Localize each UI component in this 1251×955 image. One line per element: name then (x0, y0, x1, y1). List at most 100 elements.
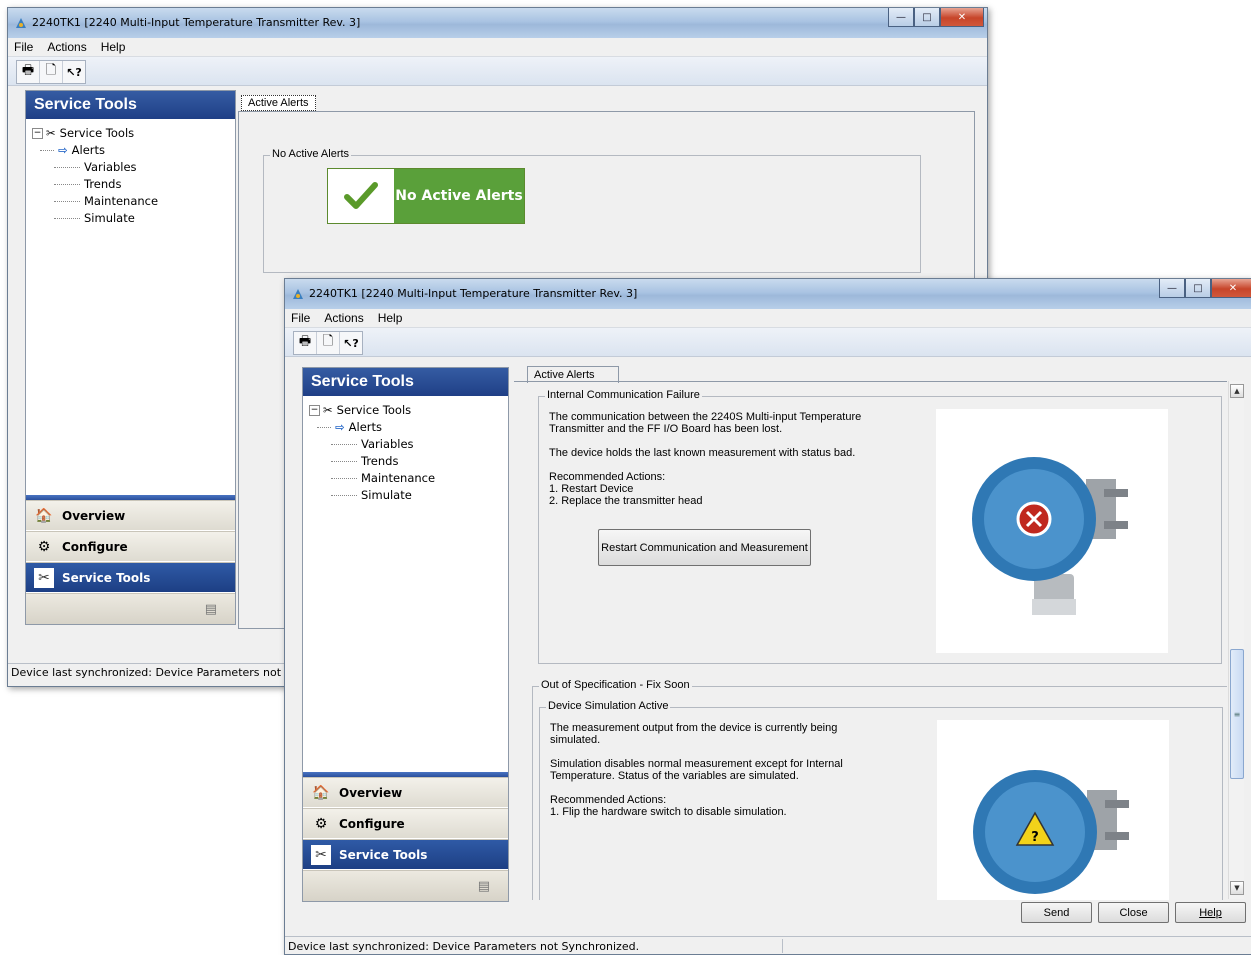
toolbar: 🖶 🗋 ↖? (8, 57, 987, 86)
back-title-bar[interactable]: 2240TK1 [2240 Multi-Input Temperature Tr… (8, 8, 987, 38)
menu-help[interactable]: Help (99, 40, 128, 54)
window-title: 2240TK1 [2240 Multi-Input Temperature Tr… (32, 16, 361, 29)
arrow-icon: ⇨ (335, 420, 345, 434)
home-icon: 🏠 (35, 507, 53, 524)
app-icon (16, 18, 26, 28)
alert-description: The communication between the 2240S Mult… (549, 411, 862, 507)
front-title-bar[interactable]: 2240TK1 [2240 Multi-Input Temperature Tr… (285, 279, 1251, 309)
minimize-button[interactable]: — (1159, 279, 1185, 298)
toolbar-group: 🖶 🗋 ↖? (293, 331, 363, 355)
no-active-alerts-badge: No Active Alerts (327, 168, 525, 224)
tree-item-simulate[interactable]: Simulate (309, 487, 435, 504)
tree-root[interactable]: − ✂ Service Tools (309, 402, 435, 419)
menu-bar: File Actions Help (285, 309, 1251, 328)
nav-configure[interactable]: ⚙ Configure (303, 808, 508, 838)
tree-root[interactable]: − ✂ Service Tools (32, 125, 158, 142)
menu-file[interactable]: File (12, 40, 35, 54)
left-pane: Service Tools − ✂ Service Tools ⇨ Alerts … (25, 90, 236, 625)
tree-root-label: Service Tools (336, 403, 412, 417)
tree-item-maintenance[interactable]: Maintenance (309, 470, 435, 487)
transmitter-warning-image: ? (937, 720, 1169, 900)
nav-service-tools[interactable]: ✂ Service Tools (26, 562, 235, 592)
nav-configure[interactable]: ⚙ Configure (26, 531, 235, 561)
section-label: Out of Specification - Fix Soon (539, 679, 692, 691)
arrow-icon: ⇨ (58, 143, 68, 157)
nav-overview[interactable]: 🏠 Overview (26, 500, 235, 530)
transmitter-error-image (936, 409, 1168, 653)
menu-actions[interactable]: Actions (322, 311, 365, 325)
close-button[interactable]: Close (1098, 902, 1169, 923)
context-help-icon[interactable]: ↖? (63, 61, 85, 83)
tree-item-variables[interactable]: Variables (32, 159, 158, 176)
transmitter-error-icon (972, 457, 1128, 615)
pane-header: Service Tools (303, 368, 508, 396)
menu-help[interactable]: Help (376, 311, 405, 325)
group-label: Internal Communication Failure (545, 389, 702, 401)
nav-service-tools[interactable]: ✂ Service Tools (303, 839, 508, 869)
tree-root-label: Service Tools (59, 126, 135, 140)
gear-icon: ⚙ (37, 538, 51, 555)
print-preview-icon[interactable]: 🗋 (317, 332, 340, 354)
configure-buttons-icon[interactable]: ▤ (205, 602, 217, 617)
nav-footer: ▤ (26, 593, 235, 624)
configure-buttons-icon[interactable]: ▤ (478, 879, 490, 894)
caption-buttons: — □ ✕ (1159, 279, 1251, 299)
svg-text:?: ? (1031, 830, 1039, 845)
alert-description: The measurement output from the device i… (550, 722, 843, 818)
tree-item-alerts[interactable]: ⇨ Alerts (32, 142, 158, 159)
badge-text: No Active Alerts (394, 169, 524, 223)
tools-icon: ✂ (46, 126, 56, 140)
group-label: No Active Alerts (270, 148, 352, 160)
front-window: 2240TK1 [2240 Multi-Input Temperature Tr… (284, 278, 1251, 955)
tools-icon: ✂ (34, 567, 54, 588)
menu-actions[interactable]: Actions (45, 40, 88, 54)
help-button[interactable]: Help (1175, 902, 1246, 923)
out-of-spec-section: Out of Specification - Fix Soon Device S… (532, 679, 1227, 900)
minimize-button[interactable]: — (888, 8, 914, 27)
print-preview-icon[interactable]: 🗋 (40, 61, 63, 83)
window-title: 2240TK1 [2240 Multi-Input Temperature Tr… (309, 287, 638, 300)
transmitter-warning-icon: ? (973, 770, 1129, 894)
scroll-up-arrow[interactable]: ▲ (1230, 384, 1244, 398)
maximize-button[interactable]: □ (914, 8, 940, 27)
caption-buttons: — □ ✕ (888, 8, 984, 28)
nav-overview[interactable]: 🏠 Overview (303, 777, 508, 807)
status-separator (782, 939, 783, 953)
close-window-button[interactable]: ✕ (940, 8, 984, 27)
service-tree: − ✂ Service Tools ⇨ Alerts Variables Tren… (309, 402, 435, 504)
group-label: Device Simulation Active (546, 700, 671, 712)
tree-item-trends[interactable]: Trends (309, 453, 435, 470)
tree-item-simulate[interactable]: Simulate (32, 210, 158, 227)
print-icon[interactable]: 🖶 (294, 332, 317, 354)
pane-header: Service Tools (26, 91, 235, 119)
left-pane: Service Tools − ✂ Service Tools ⇨ Alerts … (302, 367, 509, 902)
toolbar: 🖶 🗋 ↖? (285, 328, 1251, 357)
close-window-button[interactable]: ✕ (1211, 279, 1251, 298)
service-tree: − ✂ Service Tools ⇨ Alerts Variables Tren… (32, 125, 158, 227)
vertical-scrollbar[interactable]: ▲ ≡ ▼ (1228, 381, 1244, 899)
collapse-icon[interactable]: − (32, 128, 43, 139)
maximize-button[interactable]: □ (1185, 279, 1211, 298)
tools-icon: ✂ (323, 403, 333, 417)
scroll-down-arrow[interactable]: ▼ (1230, 881, 1244, 895)
tree-item-alerts[interactable]: ⇨ Alerts (309, 419, 435, 436)
gear-icon: ⚙ (314, 815, 328, 832)
tree-item-maintenance[interactable]: Maintenance (32, 193, 158, 210)
menu-file[interactable]: File (289, 311, 312, 325)
tab-active-alerts[interactable]: Active Alerts (241, 95, 316, 111)
send-button[interactable]: Send (1021, 902, 1092, 923)
tree-item-variables[interactable]: Variables (309, 436, 435, 453)
context-help-icon[interactable]: ↖? (340, 332, 362, 354)
toolbar-group: 🖶 🗋 ↖? (16, 60, 86, 84)
collapse-icon[interactable]: − (309, 405, 320, 416)
restart-communication-button[interactable]: Restart Communication and Measurement (598, 529, 811, 566)
alerts-content: Internal Communication Failure The commu… (514, 381, 1227, 900)
nav-footer: ▤ (303, 870, 508, 901)
checkmark-icon (328, 169, 394, 223)
print-icon[interactable]: 🖶 (17, 61, 40, 83)
app-icon (293, 289, 303, 299)
status-text: Device last synchronized: Device Paramet… (288, 939, 640, 953)
scroll-thumb[interactable]: ≡ (1230, 649, 1244, 779)
tree-item-trends[interactable]: Trends (32, 176, 158, 193)
internal-comm-failure-group: Internal Communication Failure The commu… (538, 389, 1222, 664)
